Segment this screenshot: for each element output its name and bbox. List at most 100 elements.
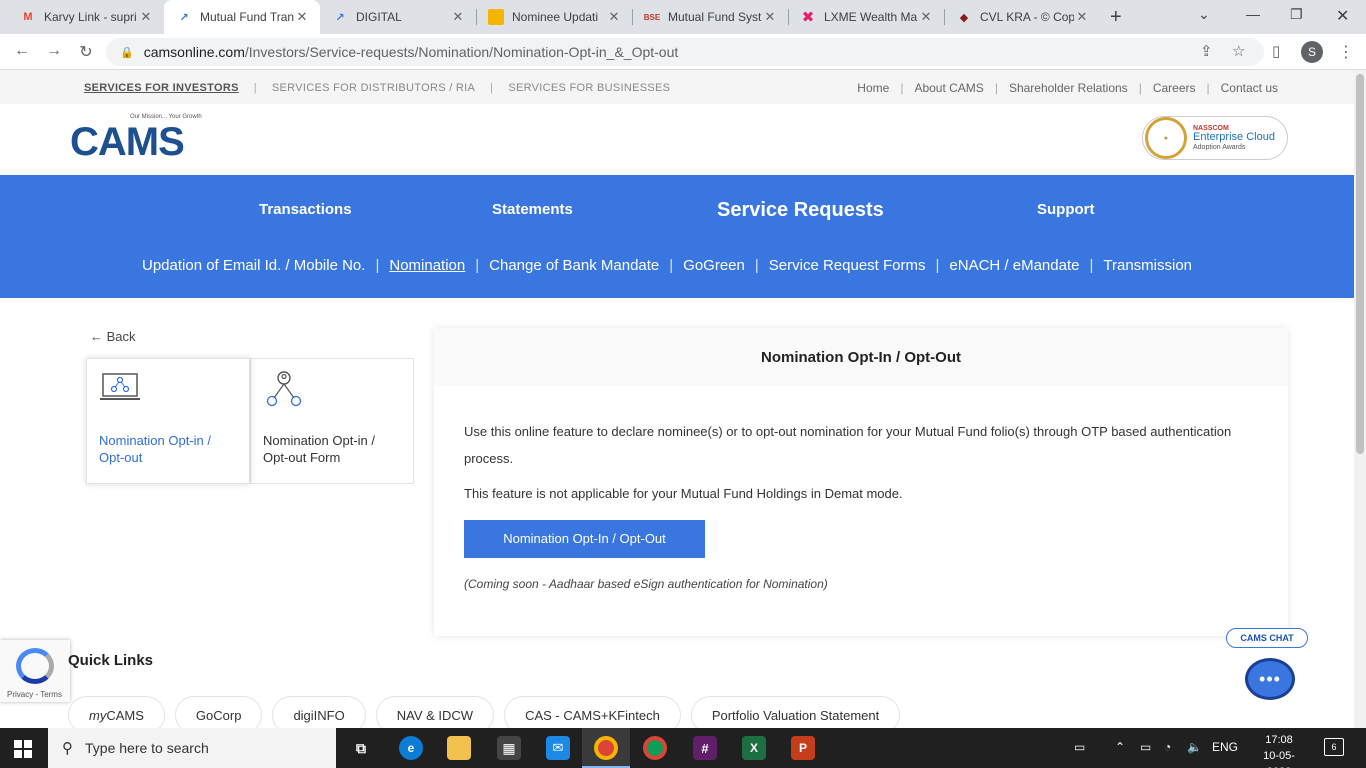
services-businesses-link[interactable]: SERVICES FOR BUSINESSES — [508, 82, 670, 94]
microsoft-store-icon[interactable]: ▦ — [497, 736, 521, 760]
chrome-icon[interactable] — [594, 736, 618, 760]
powerpoint-icon[interactable]: P — [791, 736, 815, 760]
browser-tab-active[interactable]: ↗ Mutual Fund Tran ✕ — [164, 0, 320, 34]
page-scrollbar[interactable] — [1354, 70, 1366, 728]
battery-icon[interactable]: ▭ — [1140, 740, 1151, 754]
subnav-enach[interactable]: eNACH / eMandate — [949, 257, 1079, 274]
option-cards: Nomination Opt-in / Opt-out Nomination O… — [86, 358, 415, 484]
subnav-nomination[interactable]: Nomination — [389, 257, 465, 274]
slides-icon — [488, 9, 504, 25]
cams-chat-widget[interactable]: CAMS CHAT ••• — [1226, 628, 1308, 708]
lock-icon: 🔒 — [120, 46, 134, 59]
close-tab-icon[interactable]: ✕ — [138, 9, 154, 25]
close-tab-icon[interactable]: ✕ — [606, 9, 622, 25]
taskbar-search-input[interactable]: ⚲ Type here to search — [48, 728, 336, 768]
subnav-service-request-forms[interactable]: Service Request Forms — [769, 257, 926, 274]
wifi-icon[interactable]: ◔ — [1164, 740, 1171, 754]
subnav-email-mobile[interactable]: Updation of Email Id. / Mobile No. — [142, 257, 365, 274]
nomination-opt-in-out-button[interactable]: Nomination Opt-In / Opt-Out — [464, 520, 705, 558]
nasscom-award-badge: ★ NASSCOM Enterprise Cloud Adoption Awar… — [1142, 116, 1288, 160]
main-navigation: Transactions Statements Service Requests… — [0, 175, 1354, 298]
card-nomination-form[interactable]: Nomination Opt-in / Opt-out Form — [250, 358, 414, 484]
browser-tab[interactable]: ↗ DIGITAL ✕ — [320, 0, 476, 34]
language-indicator[interactable]: ENG — [1212, 740, 1238, 754]
side-panel-icon[interactable]: ▯ — [1272, 42, 1280, 60]
tab-search-icon[interactable]: ⌄ — [1198, 6, 1210, 23]
mail-icon[interactable]: ✉ — [546, 736, 570, 760]
maximize-icon[interactable]: ❐ — [1290, 6, 1303, 23]
contact-us-link[interactable]: Contact us — [1221, 81, 1278, 95]
quick-link-diginfo[interactable]: digiINFO — [272, 696, 366, 728]
subnav-bank-mandate[interactable]: Change of Bank Mandate — [489, 257, 659, 274]
screen-icon[interactable]: ▭ — [1074, 740, 1085, 754]
quick-links-row: my CAMS GoCorp digiINFO NAV & IDCW CAS - … — [68, 696, 910, 728]
taskbar-clock[interactable]: 17:08 10-05-2023 — [1252, 732, 1306, 768]
slack-icon[interactable]: # — [693, 736, 717, 760]
services-investors-link[interactable]: SERVICES FOR INVESTORS — [84, 82, 239, 94]
sub-navigation: Updation of Email Id. / Mobile No. | Nom… — [142, 257, 1193, 274]
nav-transactions[interactable]: Transactions — [259, 201, 352, 218]
browser-tab[interactable]: Nominee Updati ✕ — [476, 0, 632, 34]
quick-link-portfolio-valuation[interactable]: Portfolio Valuation Statement — [690, 696, 901, 728]
cams-logo[interactable]: Our Mission... Your Growth CAMS — [68, 114, 202, 164]
search-icon: ⚲ — [62, 740, 73, 757]
scrollbar-thumb[interactable] — [1356, 74, 1364, 454]
windows-start-icon[interactable] — [14, 740, 32, 758]
panel-description: Use this online feature to declare nomin… — [464, 424, 1232, 466]
quick-link-gocorp[interactable]: GoCorp — [174, 696, 263, 728]
careers-link[interactable]: Careers — [1153, 81, 1196, 95]
minimize-icon[interactable]: — — [1246, 6, 1260, 22]
close-tab-icon[interactable]: ✕ — [1074, 9, 1090, 25]
share-icon[interactable]: ⇪ — [1200, 42, 1213, 60]
browser-tab[interactable]: ◆ CVL KRA - © Cop ✕ — [944, 0, 1100, 34]
quick-link-cas[interactable]: CAS - CAMS+KFintech — [504, 696, 681, 728]
back-arrow-icon[interactable]: ← — [12, 42, 32, 60]
browser-menu-icon[interactable]: ⋮ — [1338, 42, 1354, 62]
edge-icon[interactable]: e — [399, 736, 423, 760]
chrome-icon[interactable] — [643, 736, 667, 760]
chart-icon: ↗ — [335, 11, 345, 24]
close-tab-icon[interactable]: ✕ — [294, 9, 310, 25]
close-window-icon[interactable]: ✕ — [1336, 6, 1349, 26]
back-link[interactable]: ← Back — [90, 329, 136, 344]
bookmark-star-icon[interactable]: ☆ — [1232, 42, 1245, 60]
top-strip: SERVICES FOR INVESTORS | SERVICES FOR DI… — [0, 70, 1354, 104]
task-view-icon[interactable]: ⧉ — [349, 736, 373, 760]
forward-arrow-icon[interactable]: → — [44, 42, 64, 60]
nav-service-requests[interactable]: Service Requests — [717, 199, 884, 222]
services-distributors-link[interactable]: SERVICES FOR DISTRIBUTORS / RIA — [272, 82, 475, 94]
quick-link-mycams[interactable]: my CAMS — [68, 696, 165, 728]
home-link[interactable]: Home — [857, 81, 889, 95]
recaptcha-badge[interactable]: Privacy - Terms — [0, 640, 70, 702]
browser-tab-bar: M Karvy Link - supri ✕ ↗ Mutual Fund Tra… — [0, 0, 1366, 34]
browser-toolbar: ← → ↻ 🔒 camsonline.com/Investors/Service… — [0, 34, 1366, 70]
x-mark-icon: ✖ — [801, 9, 815, 26]
nav-support[interactable]: Support — [1037, 201, 1095, 218]
nomination-panel: Nomination Opt-In / Opt-Out Use this onl… — [434, 328, 1288, 636]
browser-tab[interactable]: BSE Mutual Fund Syst ✕ — [632, 0, 788, 34]
browser-tab[interactable]: M Karvy Link - supri ✕ — [8, 0, 164, 34]
notification-icon[interactable]: 6 — [1324, 738, 1344, 756]
about-cams-link[interactable]: About CAMS — [914, 81, 983, 95]
excel-icon[interactable]: X — [742, 736, 766, 760]
nav-statements[interactable]: Statements — [492, 201, 573, 218]
chevron-up-icon[interactable]: ⌃ — [1115, 740, 1125, 754]
close-tab-icon[interactable]: ✕ — [450, 9, 466, 25]
chart-icon: ↗ — [179, 11, 189, 24]
reload-icon[interactable]: ↻ — [76, 42, 96, 62]
close-tab-icon[interactable]: ✕ — [918, 9, 934, 25]
browser-tab[interactable]: ✖ LXME Wealth Ma ✕ — [788, 0, 944, 34]
panel-title: Nomination Opt-In / Opt-Out — [434, 328, 1288, 386]
subnav-gogreen[interactable]: GoGreen — [683, 257, 745, 274]
card-nomination-online[interactable]: Nomination Opt-in / Opt-out — [86, 358, 250, 484]
new-tab-icon[interactable]: + — [1110, 6, 1122, 29]
subnav-transmission[interactable]: Transmission — [1103, 257, 1192, 274]
close-tab-icon[interactable]: ✕ — [762, 9, 778, 25]
shareholder-relations-link[interactable]: Shareholder Relations — [1009, 81, 1128, 95]
file-explorer-icon[interactable] — [447, 736, 471, 760]
quick-link-nav-idcw[interactable]: NAV & IDCW — [375, 696, 495, 728]
profile-avatar[interactable]: S — [1301, 41, 1323, 63]
laptop-users-icon — [100, 373, 140, 400]
address-bar[interactable]: 🔒 camsonline.com/Investors/Service-reque… — [106, 38, 1264, 66]
volume-icon[interactable]: 🔈 — [1187, 740, 1202, 754]
